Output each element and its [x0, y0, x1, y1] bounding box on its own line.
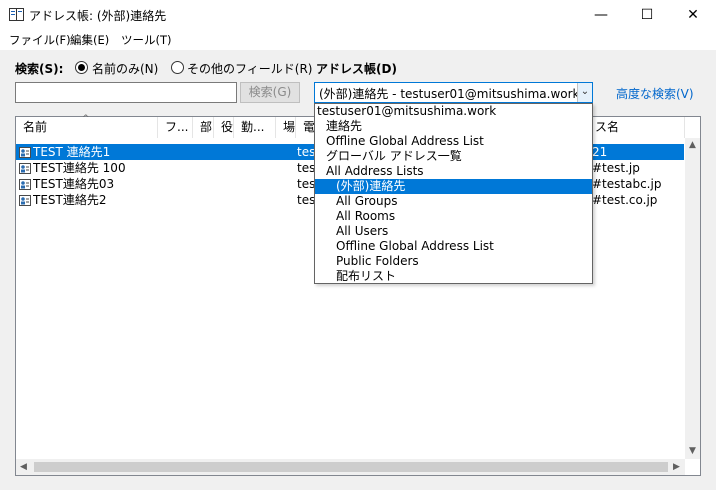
close-button[interactable]: ✕: [670, 0, 716, 30]
dropdown-item[interactable]: Offline Global Address List: [315, 239, 592, 254]
minimize-button[interactable]: —: [578, 0, 624, 30]
search-label: 検索(S):: [15, 62, 64, 76]
name-only-radio[interactable]: [75, 61, 88, 74]
menu-file[interactable]: ファイル(F): [9, 32, 71, 48]
contact-card-icon: [19, 179, 31, 190]
dropdown-item[interactable]: All Address Lists: [315, 164, 592, 179]
contact-name: TEST 連絡先1: [33, 145, 111, 159]
horizontal-scroll-thumb[interactable]: [34, 462, 668, 472]
column-header-furigana[interactable]: フ...: [158, 117, 193, 138]
address-book-dropdown[interactable]: testuser01@mitsushima.work 連絡先 Offline G…: [314, 103, 593, 284]
dropdown-item[interactable]: Public Folders: [315, 254, 592, 269]
other-fields-radio[interactable]: [171, 61, 184, 74]
contact-name: TEST連絡先2: [33, 193, 107, 207]
column-header-title[interactable]: 役: [214, 117, 234, 138]
scroll-right-icon[interactable]: ▶: [669, 460, 684, 475]
dropdown-item[interactable]: All Rooms: [315, 209, 592, 224]
window-title: アドレス帳: (外部)連絡先: [29, 9, 167, 23]
vertical-scrollbar[interactable]: [685, 138, 700, 459]
scroll-left-icon[interactable]: ◀: [16, 460, 31, 475]
advanced-search-link[interactable]: 高度な検索(V): [616, 85, 694, 102]
other-fields-label[interactable]: その他のフィールド(R): [187, 60, 312, 77]
column-header-department[interactable]: 部: [193, 117, 214, 138]
address-book-combo[interactable]: (外部)連絡先 - testuser01@mitsushima.work: [314, 82, 593, 103]
dropdown-item[interactable]: All Users: [315, 224, 592, 239]
dropdown-item-selected[interactable]: (外部)連絡先: [315, 179, 592, 194]
menu-edit[interactable]: 編集(E): [70, 32, 109, 48]
address-book-icon: [9, 8, 24, 21]
column-header-location[interactable]: 場: [276, 117, 296, 138]
column-header-office[interactable]: 勤...: [234, 117, 276, 138]
contact-card-icon: [19, 147, 31, 158]
scroll-up-icon[interactable]: ▲: [685, 138, 700, 153]
dropdown-item[interactable]: All Groups: [315, 194, 592, 209]
search-button[interactable]: 検索(G): [240, 82, 300, 103]
address-book-label: アドレス帳(D): [316, 62, 397, 76]
contact-email: 21: [592, 145, 608, 159]
sort-ascending-icon: ^: [82, 114, 90, 124]
contact-name: TEST連絡先 100: [33, 161, 126, 175]
dropdown-item[interactable]: 連絡先: [315, 119, 592, 134]
address-book-current: (外部)連絡先 - testuser01@mitsushima.work: [319, 87, 580, 101]
contact-email: #test.jp: [592, 161, 640, 175]
dropdown-item[interactable]: Offline Global Address List: [315, 134, 592, 149]
scroll-down-icon[interactable]: ▼: [685, 444, 700, 459]
contact-card-icon: [19, 195, 31, 206]
chevron-down-icon[interactable]: ⌄: [577, 83, 592, 102]
maximize-button[interactable]: ☐: [624, 0, 670, 30]
search-input[interactable]: [15, 82, 237, 103]
contact-email: #testabc.jp: [592, 177, 662, 191]
contact-name: TEST連絡先03: [33, 177, 115, 191]
dropdown-item[interactable]: 配布リスト: [315, 269, 592, 284]
dropdown-item[interactable]: testuser01@mitsushima.work: [315, 104, 592, 119]
dropdown-item[interactable]: グローバル アドレス一覧: [315, 149, 592, 164]
name-only-label[interactable]: 名前のみ(N): [92, 60, 158, 77]
column-header-email[interactable]: ス名: [588, 117, 685, 138]
contact-email: #test.co.jp: [592, 193, 658, 207]
contact-card-icon: [19, 163, 31, 174]
menu-tools[interactable]: ツール(T): [121, 32, 172, 48]
column-header-phone[interactable]: 電: [296, 117, 316, 138]
